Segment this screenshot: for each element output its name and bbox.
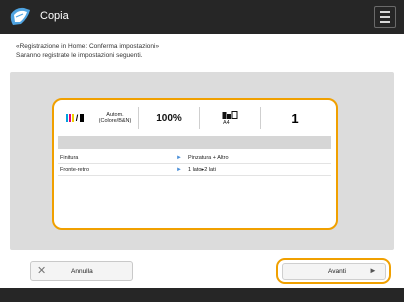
zoom-value: 100% bbox=[156, 112, 182, 124]
close-icon: ✕ bbox=[37, 265, 47, 277]
setting-value: 1 lato▸2 lati bbox=[188, 166, 216, 173]
summary-divider bbox=[58, 136, 331, 149]
copies-value: 1 bbox=[291, 110, 299, 126]
next-button[interactable]: Avanti ► bbox=[276, 258, 391, 284]
setting-row: Fronte-retro ► 1 lato▸2 lati bbox=[58, 164, 331, 176]
menu-button[interactable] bbox=[374, 6, 396, 28]
setting-name: Fronte-retro bbox=[60, 166, 90, 173]
confirmation-message: «Registrazione in Home: Conferma imposta… bbox=[16, 42, 159, 60]
arrow-right-icon: ► bbox=[369, 266, 377, 275]
next-label: Avanti bbox=[328, 268, 346, 275]
setting-name: Finitura bbox=[60, 154, 79, 161]
settings-summary-panel: / Autom. (Colore/B&N) 100% A4 1 Finitura… bbox=[52, 98, 338, 230]
menu-icon bbox=[380, 11, 390, 13]
arrow-right-icon: ► bbox=[176, 154, 182, 161]
cancel-button[interactable]: ✕ Annulla bbox=[30, 261, 133, 281]
cancel-label: Annulla bbox=[71, 268, 93, 275]
message-heading: «Registrazione in Home: Conferma imposta… bbox=[16, 43, 160, 50]
paper-size-value: A4 bbox=[223, 119, 230, 126]
summary-row: / Autom. (Colore/B&N) 100% A4 1 bbox=[58, 103, 331, 133]
title-bar: Copia bbox=[0, 0, 404, 34]
color-mode-value: Autom. (Colore/B&N) bbox=[98, 112, 132, 124]
bottom-bar bbox=[0, 288, 404, 302]
setting-value: Pinzatura + Altro bbox=[188, 154, 229, 161]
copy-icon bbox=[10, 7, 30, 25]
page-title: Copia bbox=[40, 10, 69, 22]
message-body: Saranno registrate le impostazioni segue… bbox=[16, 52, 143, 59]
setting-row: Finitura ► Pinzatura + Altro bbox=[58, 152, 331, 164]
arrow-right-icon: ► bbox=[176, 166, 182, 173]
color-bw-icon: / bbox=[58, 103, 92, 133]
paper-source-icon bbox=[222, 110, 238, 120]
